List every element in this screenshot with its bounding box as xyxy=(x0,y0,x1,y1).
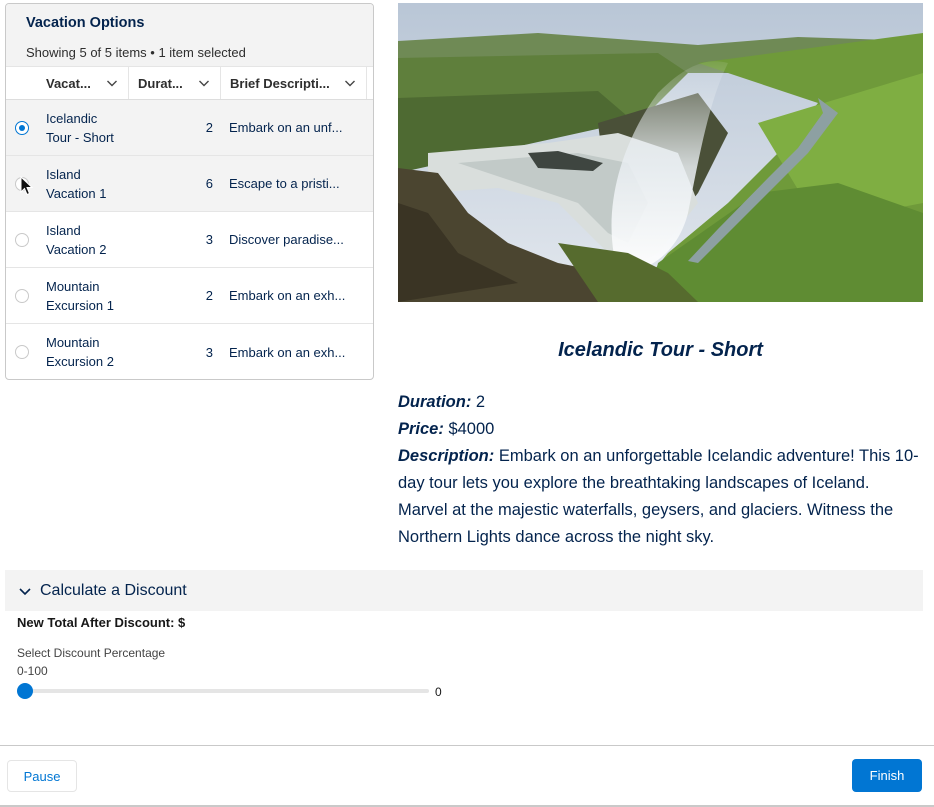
column-header-label: Durat... xyxy=(138,75,183,91)
cell-description: Escape to a pristi... xyxy=(229,176,340,191)
column-header-select xyxy=(6,67,37,99)
cell-duration: 3 xyxy=(205,344,213,360)
row-radio-button[interactable] xyxy=(15,288,29,303)
new-total-label: New Total After Discount: $ xyxy=(17,615,186,630)
cell-description: Embark on an exh... xyxy=(229,288,346,303)
column-header-duration[interactable]: Durat... xyxy=(129,67,221,99)
vacation-photo xyxy=(398,3,923,302)
vacation-title: Icelandic Tour - Short xyxy=(558,339,763,361)
chevron-down-icon[interactable] xyxy=(106,77,118,89)
cell-description: Embark on an unf... xyxy=(229,120,343,135)
row-radio-button[interactable] xyxy=(15,345,29,359)
table-row[interactable]: Island Vacation 1 6 Escape to a pristi..… xyxy=(6,156,373,212)
cell-vacation-name: Mountain Excursion 2 xyxy=(46,335,114,369)
cell-description: Discover paradise... xyxy=(229,232,344,247)
discount-slider-thumb[interactable] xyxy=(17,683,33,699)
table-header: Vacation Options Showing 5 of 5 items • … xyxy=(6,4,373,67)
chevron-down-icon[interactable] xyxy=(18,584,32,598)
table-item-count: Showing 5 of 5 items • 1 item selected xyxy=(26,45,246,60)
vacation-options-table: Vacation Options Showing 5 of 5 items • … xyxy=(5,3,374,380)
mouse-pointer-icon xyxy=(20,176,34,196)
cell-vacation-name: Icelandic Tour - Short xyxy=(46,110,114,145)
table-row[interactable]: Island Vacation 2 3 Discover paradise... xyxy=(6,212,373,268)
price-value: $4000 xyxy=(448,420,495,438)
discount-slider-label: Select Discount Percentage xyxy=(17,646,166,660)
price-line: Price: $4000 xyxy=(398,416,923,443)
chevron-down-icon[interactable] xyxy=(344,77,356,89)
column-header-vacation[interactable]: Vacat... xyxy=(37,67,129,99)
duration-label: Duration: xyxy=(398,393,472,411)
column-header-label: Brief Descripti... xyxy=(230,75,330,91)
cell-vacation-name: Island Vacation 2 xyxy=(46,222,107,257)
column-headers: Vacat... Durat... Brief Descripti... xyxy=(6,67,373,100)
duration-line: Duration: 2 xyxy=(398,389,923,416)
discount-section-title: Calculate a Discount xyxy=(40,581,187,599)
description-label: Description: xyxy=(398,447,495,465)
table-row[interactable]: Icelandic Tour - Short 2 Embark on an un… xyxy=(6,100,373,156)
discount-slider-range: 0-100 xyxy=(17,664,48,678)
discount-section-header[interactable]: Calculate a Discount xyxy=(5,570,923,611)
cell-vacation-name: Mountain Excursion 1 xyxy=(46,278,114,313)
price-label: Price: xyxy=(398,420,444,438)
vacation-details: Duration: 2 Price: $4000 Description: Em… xyxy=(398,389,923,551)
table-row[interactable]: Mountain Excursion 1 2 Embark on an exh.… xyxy=(6,268,373,324)
column-header-label: Vacat... xyxy=(46,75,91,91)
chevron-down-icon[interactable] xyxy=(198,77,210,89)
footer-divider xyxy=(0,745,934,746)
column-header-description[interactable]: Brief Descripti... xyxy=(221,67,367,99)
cell-vacation-name: Island Vacation 1 xyxy=(46,166,107,201)
duration-value: 2 xyxy=(475,393,486,411)
cell-description: Embark on an exh... xyxy=(229,344,346,360)
table-row[interactable]: Mountain Excursion 2 3 Embark on an exh.… xyxy=(6,324,373,379)
discount-slider-value: 0 xyxy=(435,685,442,699)
finish-button[interactable]: Finish xyxy=(852,759,922,792)
row-radio-button[interactable] xyxy=(15,232,29,247)
cell-duration: 2 xyxy=(205,120,213,135)
cell-duration: 3 xyxy=(205,232,213,247)
discount-slider-track[interactable] xyxy=(17,689,429,693)
cell-duration: 2 xyxy=(205,288,213,303)
row-radio-button[interactable] xyxy=(15,120,29,135)
cell-duration: 6 xyxy=(205,176,213,191)
description-line: Description: Embark on an unforgettable … xyxy=(398,443,923,551)
table-title: Vacation Options xyxy=(26,15,145,31)
pause-button[interactable]: Pause xyxy=(7,760,77,792)
